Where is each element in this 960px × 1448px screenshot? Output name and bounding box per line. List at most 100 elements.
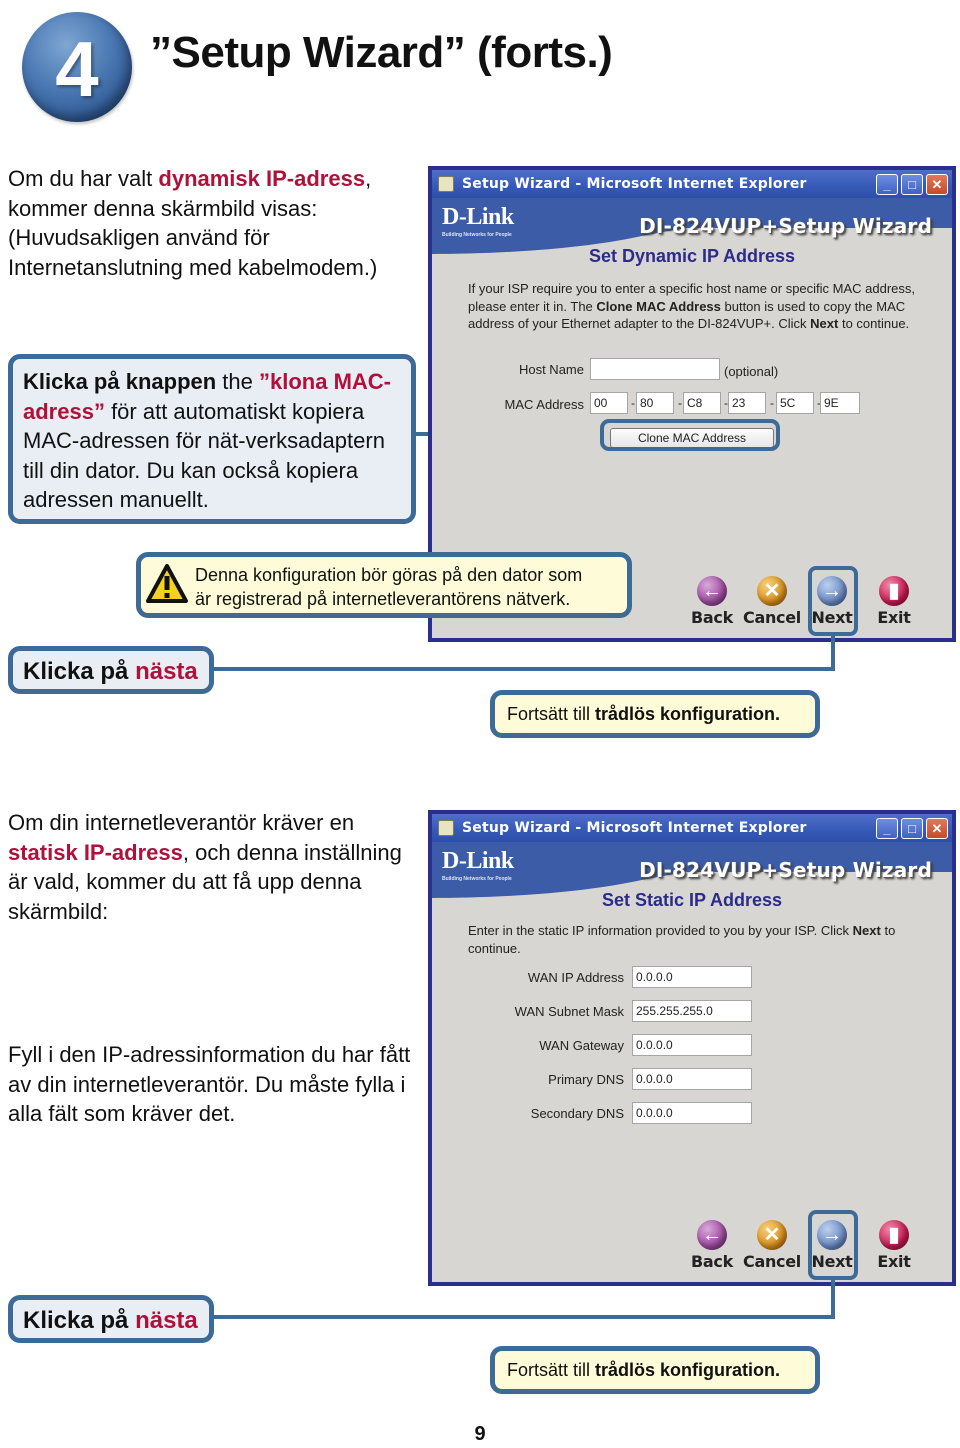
host-name-input[interactable] — [590, 358, 720, 380]
next-button-highlight — [808, 1210, 858, 1280]
next-button-highlight — [808, 566, 858, 636]
fill-ip-text: Fyll i den IP-adressinformation du har f… — [8, 1042, 411, 1126]
step-number: 4 — [55, 25, 99, 113]
mac-octet-2-input[interactable] — [636, 392, 674, 414]
window-titlebar: Setup Wizard - Microsoft Internet Explor… — [432, 170, 952, 198]
mac-separator: - — [631, 396, 635, 410]
warning-icon — [146, 564, 188, 603]
continue-bold: trådlös konfiguration. — [595, 704, 781, 724]
warning-line-2: är registrerad på internetleverantörens … — [195, 589, 571, 609]
wan-gateway-label: WAN Gateway — [539, 1038, 624, 1053]
exit-door-icon: ▮ — [879, 576, 909, 606]
ie-window-static: Setup Wizard - Microsoft Internet Explor… — [428, 810, 956, 1286]
window-title: Setup Wizard - Microsoft Internet Explor… — [462, 820, 807, 836]
wizard-heading: Set Dynamic IP Address — [588, 246, 796, 266]
clone-mac-callout: Klicka på knappen the ”klona MAC-adress”… — [8, 354, 416, 524]
exit-label: Exit — [877, 1252, 911, 1271]
page-number: 9 — [474, 1423, 486, 1445]
wizard-title: DI-824VUP+Setup Wizard — [639, 214, 932, 238]
cancel-button[interactable]: ✕ Cancel — [743, 576, 801, 627]
clone-button-highlight — [600, 419, 780, 451]
wan-ip-input[interactable] — [632, 966, 752, 988]
desc-part: to continue. — [838, 316, 910, 331]
maximize-button[interactable]: □ — [901, 818, 923, 839]
mac-separator: - — [678, 396, 682, 410]
secondary-dns-label: Secondary DNS — [530, 1106, 624, 1121]
next-connector-vertical — [831, 636, 835, 671]
next-connector-horizontal — [210, 1315, 835, 1319]
continue-callout: Fortsätt till trådlös konfiguration. — [490, 1346, 820, 1394]
dlink-logo: D-Link — [442, 204, 514, 230]
warning-callout: Denna konfiguration bör göras på den dat… — [136, 552, 632, 618]
wizard-heading: Set Static IP Address — [601, 890, 783, 910]
wan-ip-label: WAN IP Address — [527, 970, 624, 985]
mac-octet-5-input[interactable] — [776, 392, 814, 414]
window-title: Setup Wizard - Microsoft Internet Explor… — [462, 176, 807, 192]
wan-subnet-label: WAN Subnet Mask — [514, 1004, 624, 1019]
dynamic-intro-text: Om du har valt dynamisk IP-adress, komme… — [8, 164, 408, 282]
exit-label: Exit — [877, 608, 911, 627]
next-connector-vertical — [831, 1280, 835, 1318]
desc-part: Enter in the static IP information provi… — [468, 923, 853, 938]
warning-line-1: Denna konfiguration bör göras på den dat… — [195, 565, 583, 585]
callout-mid-text: the — [216, 369, 259, 394]
primary-dns-input[interactable] — [632, 1068, 752, 1090]
back-button[interactable]: ← Back — [686, 1220, 738, 1271]
continue-text: Fortsätt till — [507, 1360, 596, 1380]
static-intro-text: Om din internetleverantör kräver en stat… — [8, 808, 418, 926]
ie-page-icon — [438, 820, 454, 836]
continue-callout: Fortsätt till trådlös konfiguration. — [490, 690, 820, 738]
minimize-button[interactable]: _ — [876, 818, 898, 839]
click-next-highlight: nästa — [135, 658, 198, 685]
mac-octet-3-input[interactable] — [683, 392, 721, 414]
window-titlebar: Setup Wizard - Microsoft Internet Explor… — [432, 814, 952, 842]
step-number-badge: 4 — [22, 12, 132, 122]
maximize-button[interactable]: □ — [901, 174, 923, 195]
host-name-label: Host Name — [518, 362, 584, 377]
host-name-hint: (optional) — [724, 364, 779, 379]
mac-octet-4-input[interactable] — [728, 392, 766, 414]
intro-text-pre: Om din internetleverantör kräver en — [8, 810, 355, 835]
continue-bold: trådlös konfiguration. — [595, 1360, 781, 1380]
click-next-highlight: nästa — [135, 1307, 198, 1334]
desc-bold: Clone MAC Address — [596, 298, 721, 314]
mac-octet-1-input[interactable] — [590, 392, 628, 414]
cancel-label: Cancel — [743, 608, 801, 627]
cancel-button[interactable]: ✕ Cancel — [743, 1220, 801, 1271]
continue-text: Fortsätt till — [507, 704, 596, 724]
click-next-callout: Klicka på nästa — [8, 646, 214, 694]
intro-highlight: dynamisk IP-adress — [158, 166, 366, 191]
back-label: Back — [691, 608, 733, 627]
cancel-x-icon: ✕ — [757, 576, 787, 606]
desc-bold: Next — [852, 923, 881, 938]
back-button[interactable]: ← Back — [686, 576, 738, 627]
dlink-tagline: Building Networks for People — [442, 232, 512, 238]
wan-gateway-input[interactable] — [632, 1034, 752, 1056]
click-next-callout: Klicka på nästa — [8, 1295, 214, 1343]
click-next-text: Klicka på — [23, 658, 136, 685]
cancel-label: Cancel — [743, 1252, 801, 1271]
close-button[interactable]: ✕ — [926, 174, 948, 195]
exit-button[interactable]: ▮ Exit — [868, 1220, 920, 1271]
mac-separator: - — [770, 396, 774, 410]
primary-dns-label: Primary DNS — [548, 1072, 624, 1087]
exit-button[interactable]: ▮ Exit — [868, 576, 920, 627]
wizard-description: Enter in the static IP information provi… — [468, 922, 930, 957]
minimize-button[interactable]: _ — [876, 174, 898, 195]
page-title: ”Setup Wizard” (forts.) — [150, 28, 613, 77]
click-next-text: Klicka på — [23, 1307, 136, 1334]
mac-octet-6-input[interactable] — [820, 392, 860, 414]
intro-text-pre: Om du har valt — [8, 166, 159, 191]
back-label: Back — [691, 1252, 733, 1271]
desc-bold: Next — [810, 316, 839, 331]
close-button[interactable]: ✕ — [926, 818, 948, 839]
dlink-logo: D-Link — [442, 848, 514, 874]
wan-subnet-input[interactable] — [632, 1000, 752, 1022]
secondary-dns-input[interactable] — [632, 1102, 752, 1124]
back-arrow-icon: ← — [697, 576, 727, 606]
intro-highlight: statisk IP-adress — [8, 839, 183, 865]
back-arrow-icon: ← — [697, 1220, 727, 1250]
dlink-tagline: Building Networks for People — [442, 876, 512, 882]
cancel-x-icon: ✕ — [757, 1220, 787, 1250]
callout-bold-text: Klicka på knappen — [23, 369, 217, 394]
